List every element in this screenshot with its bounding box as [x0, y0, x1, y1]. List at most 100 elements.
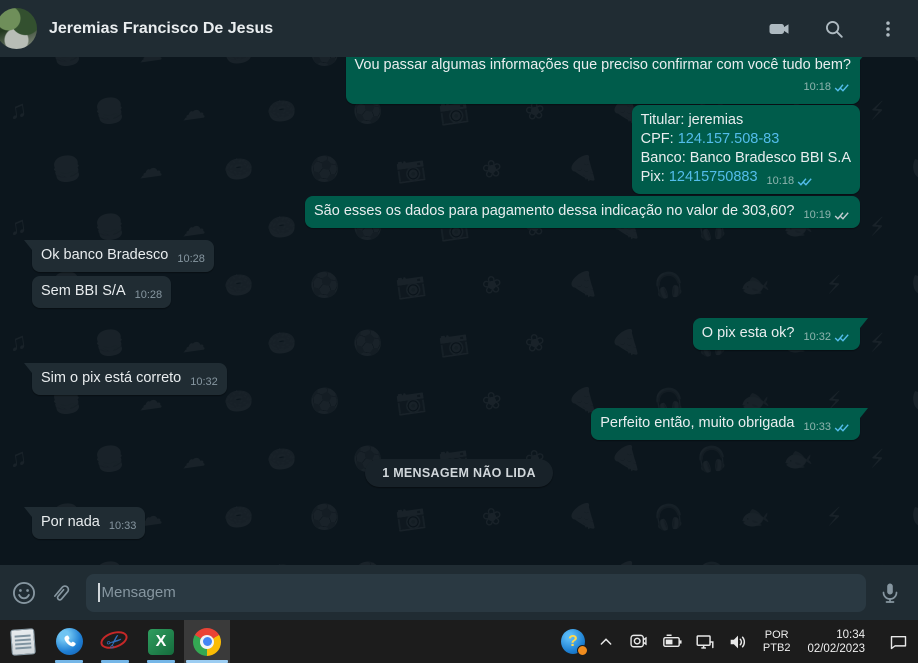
message-row: Perfeito então, muito obrigada 10:33 [0, 408, 918, 440]
meet-now-icon[interactable] [627, 630, 651, 654]
notepad-taskbar-icon[interactable] [0, 620, 46, 663]
taskbar-clock[interactable]: 10:34 02/02/2023 [803, 628, 869, 656]
message-row: Por nada 10:33 [0, 507, 918, 539]
message-text: Perfeito então, muito obrigada [600, 415, 794, 431]
message-row: O pix esta ok? 10:32 [0, 318, 918, 350]
message-text: Por nada [41, 514, 100, 530]
bubble-tail [24, 363, 32, 373]
message-text: São esses os dados para pagamento dessa … [314, 203, 794, 219]
system-tray: ? POR PTB2 10 [561, 620, 918, 663]
unread-messages-badge[interactable]: 1 MENSAGEM NÃO LIDA [365, 459, 553, 487]
windows-taskbar: ✂ X ? [0, 620, 918, 663]
cpf-link[interactable]: 124.157.508-83 [678, 131, 780, 147]
message-time: 10:18 [803, 78, 831, 97]
incoming-message[interactable]: Por nada 10:33 [32, 507, 145, 539]
message-composer: Mensagem [0, 565, 918, 620]
search-icon[interactable] [822, 17, 846, 41]
chrome-taskbar-icon[interactable] [184, 620, 230, 663]
clock-date: 02/02/2023 [807, 642, 865, 656]
delivered-ticks-icon [834, 210, 851, 221]
action-center-icon[interactable] [886, 630, 910, 654]
chrome-icon [193, 628, 221, 656]
emoji-icon[interactable] [10, 579, 38, 607]
outgoing-message[interactable]: Vou passar algumas informações que preci… [346, 57, 860, 104]
message-time: 10:32 [190, 373, 218, 392]
outgoing-message[interactable]: Perfeito então, muito obrigada 10:33 [591, 408, 860, 440]
message-input[interactable]: Mensagem [86, 574, 866, 612]
incoming-message[interactable]: Sim o pix está correto10:32 [32, 363, 227, 395]
bubble-tail [24, 507, 32, 517]
unread-divider-row: 1 MENSAGEM NÃO LIDA [0, 459, 918, 487]
taskbar-empty-space [230, 620, 561, 663]
message-time: 10:33 [109, 517, 137, 536]
language-indicator[interactable]: POR PTB2 [759, 629, 795, 655]
message-time: 10:32 [803, 328, 831, 347]
message-text: Sem BBI S/A [41, 283, 126, 299]
detail-line: Titular: jeremias [641, 111, 851, 130]
input-placeholder: Mensagem [102, 584, 176, 601]
outgoing-message[interactable]: São esses os dados para pagamento dessa … [305, 196, 860, 228]
message-meta: 10:32 [190, 373, 218, 392]
message-row: Sim o pix está correto10:32 [0, 363, 918, 395]
volume-icon[interactable] [726, 630, 750, 654]
message-meta: 10:18 [767, 172, 815, 191]
message-meta: 10:19 [803, 206, 851, 225]
notepad-icon [10, 628, 36, 656]
read-ticks-icon [834, 82, 851, 93]
header-actions [768, 17, 900, 41]
excel-taskbar-icon[interactable]: X [138, 620, 184, 663]
detail-line: Banco: Banco Bradesco BBI S.A [641, 149, 851, 168]
phone-dialer-taskbar-icon[interactable] [46, 620, 92, 663]
text-caret [98, 583, 100, 602]
help-icon: ? [561, 629, 585, 654]
notification-badge [577, 645, 588, 656]
network-icon[interactable] [693, 630, 717, 654]
message-time: 10:28 [177, 250, 205, 269]
contact-name[interactable]: Jeremias Francisco De Jesus [49, 20, 768, 38]
phone-icon [56, 628, 83, 655]
incoming-message[interactable]: Sem BBI S/A 10:28 [32, 276, 171, 308]
message-time: 10:19 [803, 206, 831, 225]
snipping-tool-taskbar-icon[interactable]: ✂ [92, 620, 138, 663]
whatsapp-window: Jeremias Francisco De Jesus ♫🍔☁🍩⚽📷❀🍕🎧🐟⚡🍉… [0, 0, 918, 663]
snipping-tool-icon: ✂ [100, 629, 130, 655]
chat-header: Jeremias Francisco De Jesus [0, 0, 918, 57]
message-meta: 10:28 [135, 286, 163, 305]
message-text: Vou passar algumas informações que preci… [355, 57, 851, 75]
message-row: Vou passar algumas informações que preci… [0, 57, 918, 104]
outgoing-message[interactable]: Titular: jeremias CPF: 124.157.508-83 Ba… [632, 105, 860, 194]
battery-icon[interactable] [660, 630, 684, 654]
message-time: 10:33 [803, 418, 831, 437]
video-call-icon[interactable] [768, 17, 792, 41]
detail-line: Pix: 1241575088310:18 [641, 168, 851, 187]
message-time: 10:28 [135, 286, 163, 305]
clock-time: 10:34 [807, 628, 865, 642]
bubble-tail [860, 318, 868, 328]
message-meta: 10:33 [109, 517, 137, 536]
message-row: Ok banco Bradesco 10:28 [0, 240, 918, 272]
message-text: O pix esta ok? [702, 325, 795, 341]
message-meta: 10:28 [177, 250, 205, 269]
contact-avatar[interactable] [0, 8, 37, 49]
bubble-tail [860, 408, 868, 418]
outgoing-message[interactable]: O pix esta ok? 10:32 [693, 318, 860, 350]
detail-line: CPF: 124.157.508-83 [641, 130, 851, 149]
pix-link[interactable]: 12415750883 [669, 169, 758, 185]
language-line1: POR [763, 629, 791, 642]
attach-paperclip-icon[interactable] [48, 579, 76, 607]
read-ticks-icon [797, 176, 814, 187]
menu-kebab-icon[interactable] [876, 17, 900, 41]
taskbar-apps: ✂ X [0, 620, 230, 663]
message-meta: 10:32 [803, 328, 851, 347]
help-tray-icon[interactable]: ? [561, 630, 585, 654]
message-time: 10:18 [767, 172, 795, 191]
bubble-tail [860, 57, 868, 60]
read-ticks-icon [834, 332, 851, 343]
message-row: São esses os dados para pagamento dessa … [0, 196, 918, 228]
message-row: Sem BBI S/A 10:28 [0, 276, 918, 308]
chevron-up-icon[interactable] [594, 630, 618, 654]
message-meta: 10:33 [803, 418, 851, 437]
message-text: Ok banco Bradesco [41, 247, 168, 263]
incoming-message[interactable]: Ok banco Bradesco 10:28 [32, 240, 214, 272]
mic-icon[interactable] [876, 579, 904, 607]
